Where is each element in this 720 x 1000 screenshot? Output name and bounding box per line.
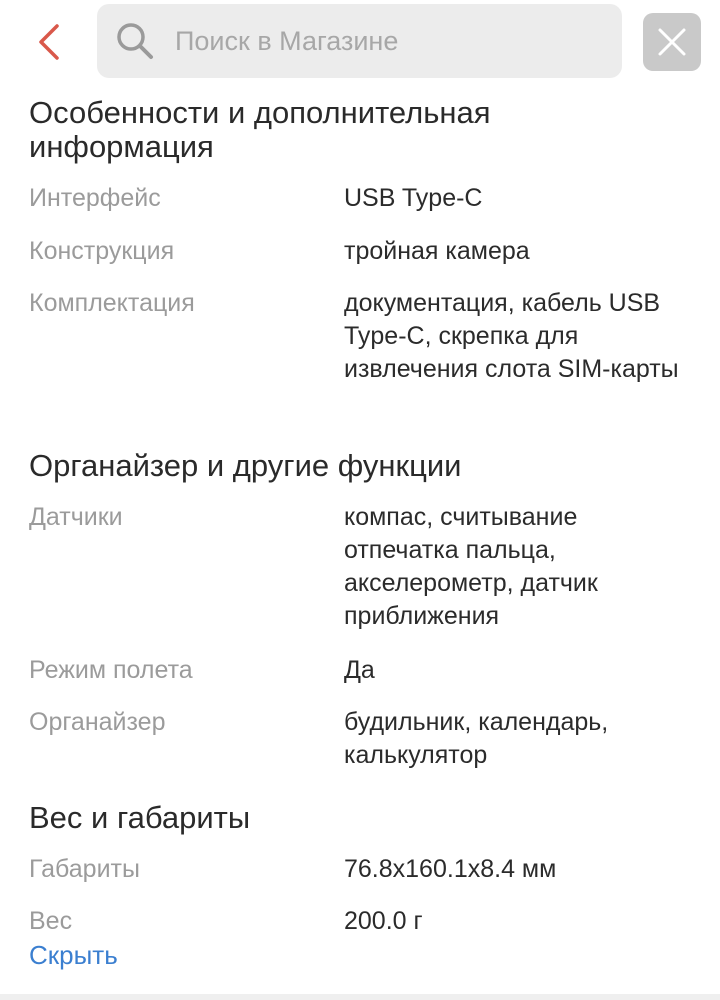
spec-value-weight: 200.0 г (344, 907, 423, 935)
spec-value-construction: тройная камера (344, 237, 530, 265)
hide-link[interactable]: Скрыть (29, 938, 118, 972)
spec-value-sensors: компас, считывание отпечатка пальца, акс… (344, 503, 598, 630)
search-icon (115, 21, 155, 61)
chevron-left-icon (39, 24, 59, 60)
section-title-weight-dimensions: Вес и габариты (29, 800, 251, 835)
close-button[interactable] (643, 13, 701, 71)
search-box[interactable] (97, 4, 622, 78)
section-title-organizer: Органайзер и другие функции (29, 448, 462, 483)
spec-label-weight: Вес (29, 907, 73, 935)
spec-value-interface: USB Type-C (344, 184, 483, 212)
spec-label-dimensions: Габариты (29, 855, 140, 883)
search-input[interactable] (173, 24, 597, 58)
spec-value-dimensions: 76.8x160.1x8.4 мм (344, 855, 557, 883)
top-bar (0, 0, 720, 84)
close-icon (658, 28, 686, 56)
bottom-divider (0, 994, 720, 1000)
spec-label-construction: Конструкция (29, 237, 175, 265)
back-button[interactable] (22, 12, 78, 72)
spec-label-flight-mode: Режим полета (29, 656, 193, 684)
section-title-features: Особенности и дополнительная информация (29, 95, 491, 164)
spec-value-flight-mode: Да (344, 656, 375, 684)
spec-value-package: документация, кабель USB Type-C, скрепка… (344, 289, 679, 383)
spec-label-sensors: Датчики (29, 503, 123, 531)
spec-value-organizer: будильник, календарь, калькулятор (344, 708, 609, 769)
spec-label-interface: Интерфейс (29, 184, 161, 212)
spec-label-package: Комплектация (29, 289, 195, 317)
spec-label-organizer: Органайзер (29, 708, 166, 736)
